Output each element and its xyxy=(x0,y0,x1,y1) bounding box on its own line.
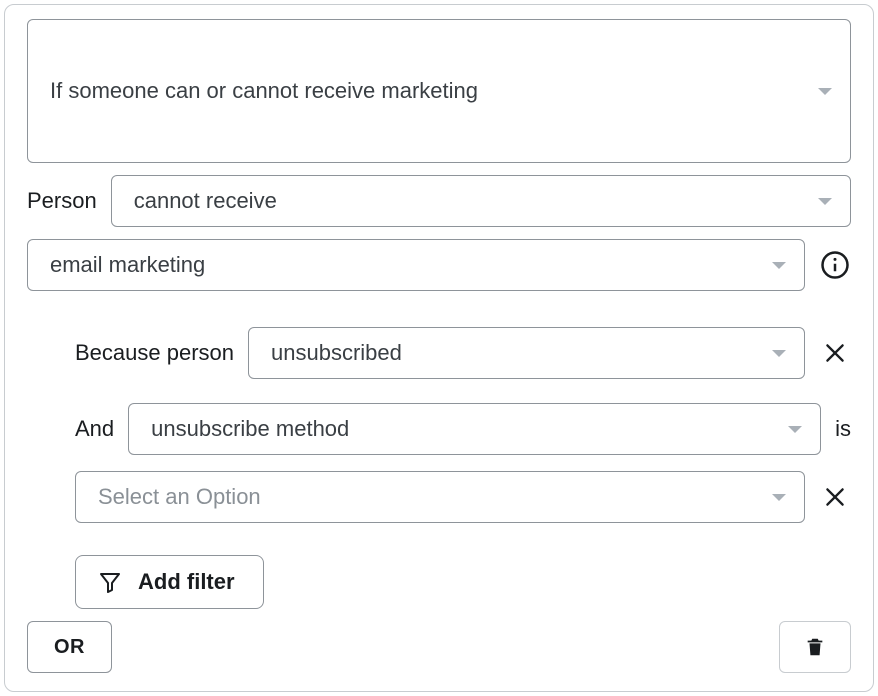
filter-panel: If someone can or cannot receive marketi… xyxy=(4,4,874,692)
reason-select[interactable]: unsubscribed xyxy=(248,327,805,379)
method-value-select[interactable]: Select an Option xyxy=(75,471,805,523)
because-label: Because person xyxy=(75,340,234,366)
method-field-select[interactable]: unsubscribe method xyxy=(128,403,821,455)
chevron-down-icon xyxy=(788,426,802,433)
channel-row: email marketing xyxy=(27,239,851,291)
channel-select[interactable]: email marketing xyxy=(27,239,805,291)
chevron-down-icon xyxy=(772,494,786,501)
info-icon[interactable] xyxy=(819,249,851,281)
condition-type-value: If someone can or cannot receive marketi… xyxy=(50,78,478,104)
condition-type-select[interactable]: If someone can or cannot receive marketi… xyxy=(27,19,851,163)
channel-value: email marketing xyxy=(50,252,205,278)
method-value-placeholder: Select an Option xyxy=(98,484,261,510)
receive-state-select[interactable]: cannot receive xyxy=(111,175,851,227)
delete-button[interactable] xyxy=(779,621,851,673)
sub-conditions: Because person unsubscribed And unsubscr… xyxy=(27,303,851,609)
chevron-down-icon xyxy=(772,350,786,357)
reason-row: Because person unsubscribed xyxy=(75,327,851,379)
remove-reason-button[interactable] xyxy=(819,337,851,369)
method-row: And unsubscribe method is Select an Opti… xyxy=(75,403,851,523)
chevron-down-icon xyxy=(772,262,786,269)
method-field-value: unsubscribe method xyxy=(151,416,349,442)
add-filter-button[interactable]: Add filter xyxy=(75,555,264,609)
is-label: is xyxy=(835,416,851,442)
chevron-down-icon xyxy=(818,88,832,95)
remove-method-button[interactable] xyxy=(819,481,851,513)
person-label: Person xyxy=(27,188,97,214)
and-label: And xyxy=(75,416,114,442)
reason-value: unsubscribed xyxy=(271,340,402,366)
or-button[interactable]: OR xyxy=(27,621,112,673)
person-row: Person cannot receive xyxy=(27,175,851,227)
chevron-down-icon xyxy=(818,198,832,205)
add-filter-label: Add filter xyxy=(138,569,235,595)
trash-icon xyxy=(804,636,826,658)
receive-state-value: cannot receive xyxy=(134,188,277,214)
panel-footer: OR xyxy=(27,621,851,673)
or-label: OR xyxy=(54,636,85,658)
filter-icon xyxy=(98,570,122,594)
